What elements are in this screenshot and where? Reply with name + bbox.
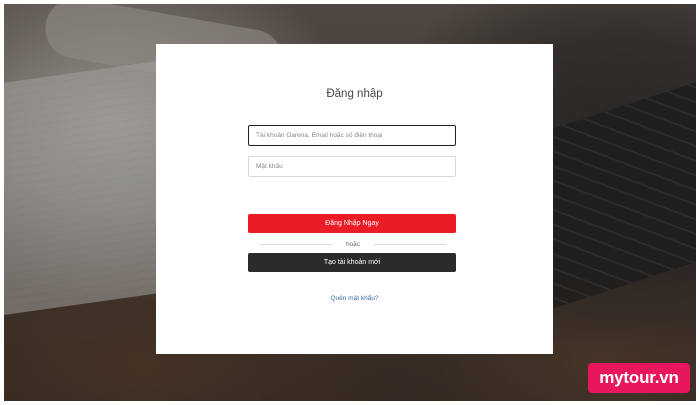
- login-card: Đăng nhập Đăng Nhập Ngay hoặc Tạo tài kh…: [156, 44, 553, 354]
- login-title: Đăng nhập: [326, 88, 383, 100]
- account-input[interactable]: [248, 125, 456, 146]
- password-input[interactable]: [248, 156, 456, 177]
- create-account-button[interactable]: Tạo tài khoản mới: [248, 253, 456, 272]
- login-button[interactable]: Đăng Nhập Ngay: [248, 214, 456, 233]
- or-divider: hoặc: [260, 240, 446, 249]
- mytour-watermark-logo: mytour.vn: [588, 363, 690, 393]
- forgot-password-link[interactable]: Quên mật khẩu?: [156, 295, 553, 302]
- divider-text: hoặc: [345, 241, 361, 248]
- page-frame: Đăng nhập Đăng Nhập Ngay hoặc Tạo tài kh…: [4, 4, 696, 401]
